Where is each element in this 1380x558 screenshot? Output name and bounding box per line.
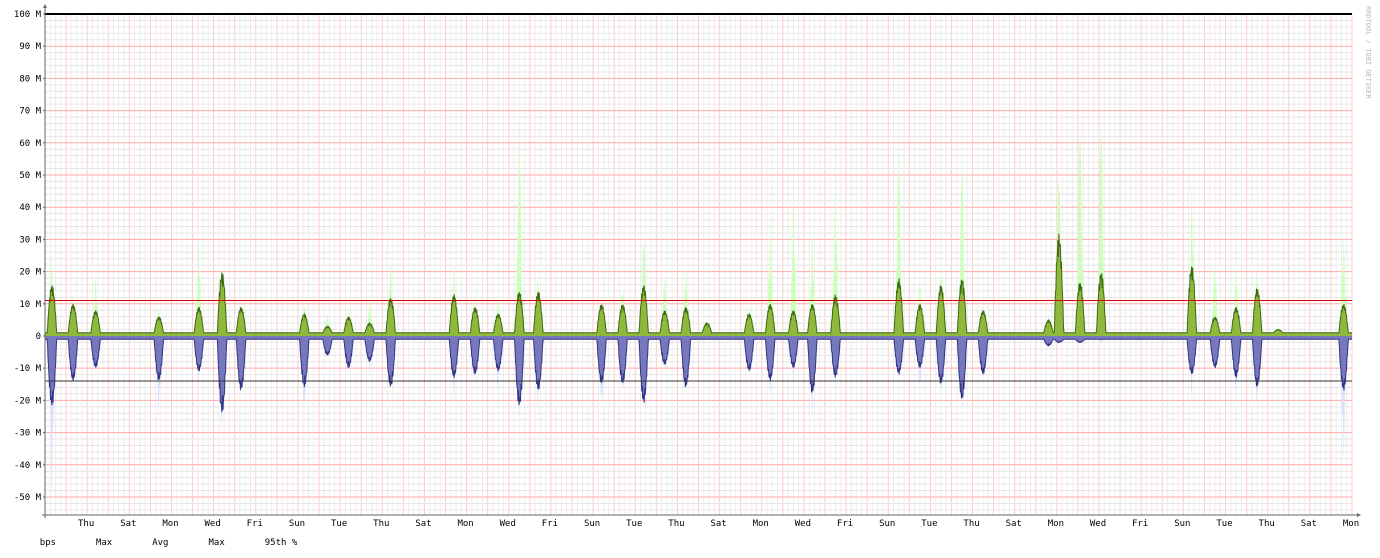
y-tick-label: -40 M: [14, 461, 42, 471]
y-tick-label: -30 M: [14, 429, 42, 439]
x-tick-label: Sun: [1174, 519, 1190, 529]
x-tick-label: Tue: [1216, 519, 1232, 529]
x-tick-label: Sat: [710, 519, 726, 529]
y-tick-label: 60 M: [19, 139, 41, 149]
legend-col: Avg: [152, 538, 169, 548]
x-tick-label: Mon: [457, 519, 473, 529]
x-tick-label: Mon: [1048, 519, 1064, 529]
legend-col: Max: [95, 538, 113, 548]
x-tick-label: Wed: [795, 519, 811, 529]
legend-col: bps: [39, 538, 56, 548]
x-axis-arrow-icon: [1357, 513, 1361, 517]
y-tick-label: -50 M: [14, 493, 42, 503]
y-tick-label: 40 M: [19, 203, 41, 213]
y-tick-label: 10 M: [19, 300, 41, 310]
watermark: RRDTOOL / TOBI OETIKER: [1364, 6, 1372, 100]
y-tick-label: 30 M: [19, 235, 41, 245]
x-tick-label: Sat: [415, 519, 431, 529]
x-tick-label: Sun: [879, 519, 895, 529]
y-tick-label: 50 M: [19, 171, 41, 181]
legend: bps Max Avg Max 95th %: [18, 528, 337, 558]
x-tick-label: Sat: [1301, 519, 1317, 529]
x-tick-label: Wed: [1090, 519, 1106, 529]
legend-col: Max: [208, 538, 225, 548]
y-tick-label: 90 M: [19, 42, 41, 52]
x-tick-label: Mon: [753, 519, 769, 529]
x-tick-label: Thu: [963, 519, 979, 529]
x-tick-label: Thu: [668, 519, 684, 529]
y-tick-label: 80 M: [19, 74, 41, 84]
legend-col: 95th %: [264, 538, 298, 548]
y-tick-label: -10 M: [14, 364, 42, 374]
y-tick-label: 70 M: [19, 107, 41, 117]
x-tick-label: Tue: [626, 519, 642, 529]
x-tick-label: Fri: [542, 519, 558, 529]
traffic-chart: 100 M 90 M 80 M 70 M 60 M 50 M 40 M 30 M 20 M 10 …: [14, 4, 1372, 529]
x-tick-label: Fri: [1132, 519, 1148, 529]
x-tick-label: Fri: [837, 519, 853, 529]
x-tick-label: Tue: [921, 519, 937, 529]
x-tick-label: Sun: [584, 519, 600, 529]
y-tick-label: 100 M: [14, 10, 42, 20]
y-axis-arrow-icon: [43, 4, 47, 8]
rrd-graph: 100 M 90 M 80 M 70 M 60 M 50 M 40 M 30 M 20 M 10 …: [0, 0, 1380, 548]
x-tick-label: Wed: [500, 519, 516, 529]
y-tick-label: -20 M: [14, 396, 42, 406]
x-tick-label: Thu: [373, 519, 389, 529]
y-tick-label: 20 M: [19, 268, 41, 278]
x-tick-label: Thu: [1259, 519, 1275, 529]
y-tick-label: 0: [36, 332, 41, 342]
x-tick-label: Mon: [1343, 519, 1359, 529]
x-tick-label: Sat: [1006, 519, 1022, 529]
